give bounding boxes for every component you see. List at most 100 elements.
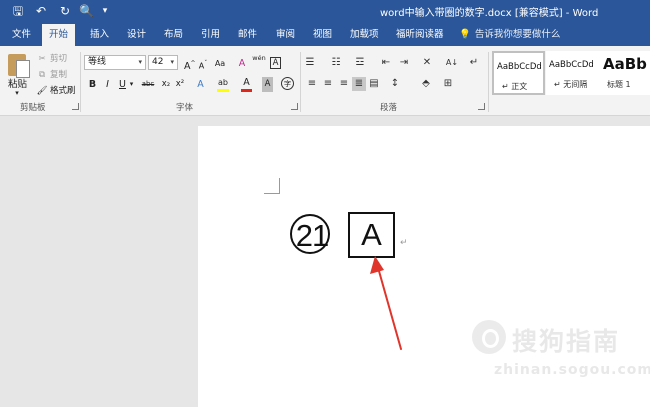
customize-icon[interactable]: ▾ <box>100 3 110 20</box>
increase-indent-button[interactable]: ⇥ <box>398 56 410 70</box>
tab-layout[interactable]: 布局 <box>164 24 183 46</box>
change-case-button[interactable]: Aa <box>214 56 226 71</box>
clear-formatting-button[interactable]: A <box>236 56 248 71</box>
align-right-button[interactable]: ≡ <box>338 77 350 91</box>
italic-button[interactable]: I <box>103 77 112 92</box>
style-sample: AaBb <box>603 55 647 73</box>
format-painter-button[interactable]: 🖌 格式刷 <box>36 84 76 96</box>
grow-font-button[interactable]: A^ <box>184 56 196 72</box>
show-hide-marks-button[interactable]: ↵ <box>468 56 480 70</box>
font-color-bar <box>241 89 252 92</box>
style-no-spacing[interactable]: AaBbCcDd ↵ 无间隔 <box>546 51 599 95</box>
document-title: word中输入带圈的数字.docx [兼容模式] - Word <box>380 8 599 19</box>
bold-button[interactable]: B <box>88 77 97 92</box>
tab-file[interactable]: 文件 <box>12 24 31 46</box>
sort-button[interactable]: A↓ <box>445 56 459 70</box>
brush-icon: 🖌 <box>36 86 48 96</box>
tab-foxit-reader[interactable]: 福昕阅读器 <box>396 24 444 46</box>
style-sample: AaBbCcDd <box>549 60 594 70</box>
shrink-font-button[interactable]: Aˇ <box>198 56 208 71</box>
clipboard-group-label: 剪贴板 <box>20 103 46 113</box>
annotation-arrow <box>370 256 402 350</box>
undo-icon[interactable]: ↶ <box>32 3 50 20</box>
paste-icon[interactable] <box>8 52 30 78</box>
borders-button[interactable]: ⊞ <box>442 77 454 91</box>
superscript-button[interactable]: x² <box>174 77 186 92</box>
decrease-indent-button[interactable]: ⇤ <box>380 56 392 70</box>
clipboard-launcher-icon[interactable] <box>72 103 79 110</box>
center-button[interactable]: ≡ <box>322 77 334 91</box>
shrink-font-mark: ˇ <box>204 60 208 67</box>
arrow-shaft <box>376 263 402 350</box>
tab-design[interactable]: 设计 <box>127 24 146 46</box>
font-group-label: 字体 <box>176 103 194 113</box>
redo-icon[interactable]: ↻ <box>58 3 72 20</box>
phonetic-guide-button[interactable]: wén <box>252 54 266 69</box>
tab-references[interactable]: 引用 <box>201 24 220 46</box>
numbering-button[interactable]: ☷ <box>330 56 342 70</box>
copy-label: 复制 <box>50 70 68 80</box>
style-sample: AaBbCcDd <box>497 62 542 72</box>
style-normal[interactable]: AaBbCcDd ↵ 正文 <box>492 51 545 95</box>
tell-me-text: 告诉我你想要做什么 <box>474 29 561 40</box>
tab-mailings[interactable]: 邮件 <box>238 24 257 46</box>
character-shading-button[interactable]: A <box>262 77 273 92</box>
tell-me-search[interactable]: 💡 告诉我你想要做什么 <box>459 24 560 46</box>
font-name-dropdown-icon[interactable]: ▾ <box>138 56 142 69</box>
highlight-button[interactable]: ab <box>216 75 230 90</box>
underline-button[interactable]: U <box>118 77 127 92</box>
paragraph-mark: ↵ <box>400 238 408 248</box>
style-name: 标题 1 <box>607 80 631 89</box>
align-left-button[interactable]: ≡ <box>306 77 318 91</box>
cut-button[interactable]: ✂ 剪切 <box>36 52 67 64</box>
tab-view[interactable]: 视图 <box>313 24 332 46</box>
justify-button[interactable]: ≣ <box>352 77 366 91</box>
underline-dropdown-icon[interactable]: ▾ <box>128 77 135 92</box>
subscript-button[interactable]: x₂ <box>160 77 172 92</box>
paste-dropdown-icon[interactable]: ▾ <box>10 86 24 101</box>
paragraph-launcher-icon[interactable] <box>478 103 485 110</box>
multilevel-list-button[interactable]: ☲ <box>354 56 366 70</box>
margin-corner-mark <box>264 178 280 194</box>
title-bar: 🖫 ↶ ↻ 🔍 ▾ word中输入带圈的数字.docx [兼容模式] - Wor… <box>0 0 650 24</box>
font-launcher-icon[interactable] <box>291 103 298 110</box>
arrow-head <box>370 256 384 274</box>
print-preview-icon[interactable]: 🔍 <box>79 3 94 20</box>
style-heading-1[interactable]: AaBb 标题 1 <box>599 51 650 95</box>
shading-button[interactable]: ⬘ <box>420 77 432 91</box>
scissors-icon: ✂ <box>38 54 46 64</box>
cut-label: 剪切 <box>50 54 68 64</box>
sogou-logo-icon <box>472 320 506 354</box>
highlight-color-bar <box>217 89 229 92</box>
format-painter-label: 格式刷 <box>50 86 76 96</box>
tab-review[interactable]: 审阅 <box>276 24 295 46</box>
character-border-button[interactable]: A <box>270 57 281 69</box>
font-size-dropdown-icon[interactable]: ▾ <box>170 56 174 69</box>
enclose-characters-button[interactable]: 字 <box>281 77 294 90</box>
copy-icon: ⧉ <box>38 70 46 80</box>
text-effects-button[interactable]: A <box>195 77 206 92</box>
save-icon[interactable]: 🖫 <box>10 3 26 20</box>
group-divider <box>488 52 489 112</box>
tab-insert[interactable]: 插入 <box>90 24 109 46</box>
tab-home[interactable]: 开始 <box>42 24 76 46</box>
group-divider <box>300 52 301 112</box>
sogou-watermark: 搜狗指南 zhinan.sogou.com <box>468 316 650 384</box>
strikethrough-button[interactable]: abc <box>140 77 156 92</box>
paragraph-group-label: 段落 <box>380 103 398 113</box>
style-name: ↵ 正文 <box>502 82 528 91</box>
font-name-field[interactable]: 等线 ▾ <box>84 55 146 70</box>
font-size-value: 42 <box>152 57 164 67</box>
chinese-layout-button[interactable]: ✕ <box>421 56 433 70</box>
font-color-button[interactable]: A <box>241 75 252 90</box>
line-spacing-button[interactable]: ↕ <box>389 77 401 91</box>
enclosed-number[interactable]: 21 <box>290 214 330 254</box>
font-size-field[interactable]: 42 ▾ <box>148 55 178 70</box>
style-name: ↵ 无间隔 <box>554 80 588 89</box>
tab-addins[interactable]: 加载项 <box>350 24 379 46</box>
distributed-button[interactable]: ▤ <box>368 77 380 91</box>
watermark-site: zhinan.sogou.com <box>494 362 650 378</box>
copy-button[interactable]: ⧉ 复制 <box>36 68 67 80</box>
bullets-button[interactable]: ☰ <box>304 56 316 70</box>
font-name-value: 等线 <box>88 57 107 67</box>
